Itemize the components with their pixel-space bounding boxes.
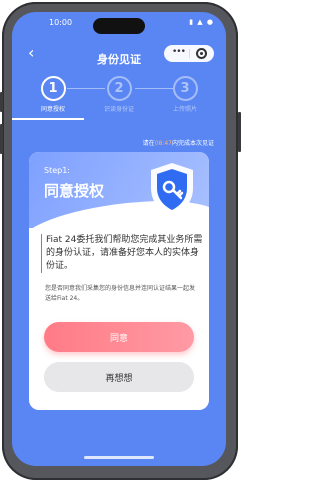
more-dots-icon[interactable]: ••• xyxy=(172,47,186,57)
step-number: 1 xyxy=(40,76,66,101)
notice-text: Fiat 24委托我们帮助您完成其业务所需的身份认证，请准备好您本人的实体身份证… xyxy=(41,234,204,273)
agree-button[interactable]: 同意 xyxy=(44,322,194,352)
active-step-indicator xyxy=(12,118,84,120)
step-label: 识读身份证 xyxy=(103,106,134,113)
card-heading: 同意授权 xyxy=(44,182,105,200)
countdown-time: 08:47 xyxy=(154,140,172,147)
step-label: 同意授权 xyxy=(40,106,65,113)
countdown-prefix: 请在 xyxy=(142,140,155,147)
step-1: 1 同意授权 xyxy=(24,76,82,113)
status-icons: ▮ ▲ ● xyxy=(189,18,214,26)
status-time: 10:00 xyxy=(49,18,73,27)
countdown-suffix: 内完成本次见证 xyxy=(171,140,214,147)
camera-notch xyxy=(93,18,145,34)
step-number: 3 xyxy=(172,76,198,101)
countdown-text: 请在08:47内完成本次见证 xyxy=(143,138,214,147)
step-progress: 1 同意授权 2 识读身份证 3 上传照片 xyxy=(12,76,226,118)
screen: 10:00 ▮ ▲ ● ‹ 身份见证 ••• 1 同意授权 2 识读身份证 3 … xyxy=(12,12,226,466)
consent-text: 您是否同意我们采集您的身份信息并连同认证结果一起发送给Fiat 24。 xyxy=(45,285,196,302)
target-icon[interactable] xyxy=(196,48,207,59)
nav-bar: ‹ 身份见证 ••• xyxy=(12,38,226,72)
step-label: 上传照片 xyxy=(172,106,197,113)
step-2: 2 识读身份证 xyxy=(90,76,148,113)
side-button xyxy=(0,92,3,112)
status-bar: 10:00 ▮ ▲ ● xyxy=(12,12,226,36)
step-tag: Step1: xyxy=(44,166,70,175)
step-number: 2 xyxy=(106,76,132,101)
mini-program-capsule: ••• xyxy=(164,45,214,62)
rethink-button[interactable]: 再想想 xyxy=(44,362,194,392)
authorization-card: Step1: 同意授权 Fiat 24委托我们帮助您完成其业务所需的身份认证，请… xyxy=(29,152,209,410)
home-indicator xyxy=(84,456,154,459)
side-button xyxy=(238,112,241,152)
capsule-divider xyxy=(189,49,190,58)
step-3: 3 上传照片 xyxy=(156,76,214,113)
shield-key-icon xyxy=(151,163,193,217)
side-button xyxy=(0,124,3,154)
